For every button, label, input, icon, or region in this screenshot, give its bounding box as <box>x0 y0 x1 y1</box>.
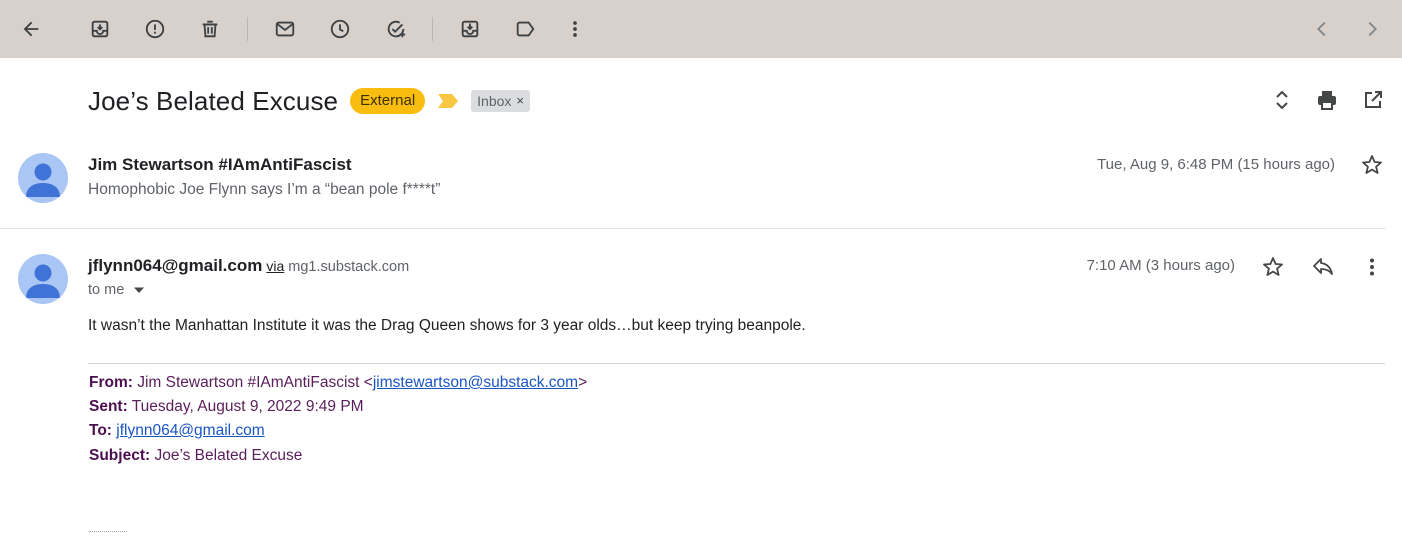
remove-label-icon[interactable]: × <box>516 90 524 112</box>
quoted-header-rule <box>88 363 1385 364</box>
prev-chevron-icon[interactable] <box>1302 9 1342 49</box>
caret-down-icon <box>134 287 145 293</box>
move-to-icon[interactable] <box>450 9 490 49</box>
via-link[interactable]: via <box>266 258 284 274</box>
default-avatar-icon <box>26 264 60 298</box>
message-date: Tue, Aug 9, 6:48 PM (15 hours ago) <box>1097 156 1335 173</box>
quoted-to-line: To: jflynn064@gmail.com <box>89 422 265 440</box>
quoted-sent-line: Sent: Tuesday, August 9, 2022 9:49 PM <box>89 398 364 416</box>
external-badge: External <box>350 88 426 114</box>
quoted-sent-label: Sent: <box>89 398 128 415</box>
quoted-to-label: To: <box>89 422 112 439</box>
signature-separator <box>89 531 127 533</box>
inbox-label-text: Inbox <box>477 93 512 109</box>
via-domain: mg1.substack.com <box>288 259 410 275</box>
message-sender-row: jflynn064@gmail.com via mg1.substack.com <box>88 256 409 276</box>
more-vert-icon[interactable] <box>555 9 595 49</box>
thread-subject-row: Joe’s Belated Excuse External Inbox × <box>88 84 530 118</box>
toolbar-separator <box>432 17 433 41</box>
message-date: 7:10 AM (3 hours ago) <box>1086 257 1235 274</box>
more-vert-icon[interactable] <box>1357 252 1387 282</box>
open-new-window-icon[interactable] <box>1357 84 1389 116</box>
report-spam-icon[interactable] <box>135 9 175 49</box>
quoted-to-email-link[interactable]: jflynn064@gmail.com <box>116 422 264 439</box>
snooze-icon[interactable] <box>320 9 360 49</box>
next-chevron-icon[interactable] <box>1352 9 1392 49</box>
quoted-subject-line: Subject: Joe’s Belated Excuse <box>89 447 302 465</box>
quoted-subject-value: Joe’s Belated Excuse <box>154 447 303 464</box>
avatar <box>18 153 68 203</box>
thread-subject: Joe’s Belated Excuse <box>88 85 339 116</box>
message-sender-email[interactable]: jflynn064@gmail.com <box>88 256 262 276</box>
message-body: It wasn’t the Manhattan Institute it was… <box>88 317 806 334</box>
recipient-label: to me <box>88 282 125 298</box>
archive-icon[interactable] <box>80 9 120 49</box>
default-avatar-icon <box>26 163 60 197</box>
message-snippet[interactable]: Homophobic Joe Flynn says I’m a “bean po… <box>88 181 440 199</box>
quoted-sent-value: Tuesday, August 9, 2022 9:49 PM <box>131 398 364 415</box>
quoted-from-gt: > <box>578 374 588 391</box>
label-icon[interactable] <box>505 9 545 49</box>
importance-marker-icon[interactable] <box>437 93 459 109</box>
quoted-from-line: From: Jim Stewartson #IAmAntiFascist <ji… <box>89 374 587 392</box>
inbox-label-chip: Inbox × <box>471 90 530 112</box>
quoted-subject-label: Subject: <box>89 447 151 464</box>
expand-all-icon[interactable] <box>1266 84 1298 116</box>
message-sender-name[interactable]: Jim Stewartson #IAmAntiFascist <box>88 155 352 175</box>
back-arrow-icon[interactable] <box>11 9 51 49</box>
star-icon[interactable] <box>1358 151 1386 179</box>
add-to-tasks-icon[interactable] <box>376 9 416 49</box>
quoted-from-name: Jim Stewartson #IAmAntiFascist <box>137 374 360 391</box>
quoted-from-lt: < <box>363 374 373 391</box>
avatar <box>18 254 68 304</box>
mark-unread-icon[interactable] <box>265 9 305 49</box>
recipient-details-toggle[interactable]: to me <box>88 282 145 298</box>
delete-icon[interactable] <box>190 9 230 49</box>
reply-icon[interactable] <box>1308 252 1338 282</box>
thread-toolbar <box>0 0 1402 58</box>
toolbar-separator <box>247 17 248 41</box>
star-icon[interactable] <box>1258 252 1288 282</box>
message-divider <box>0 228 1386 229</box>
quoted-from-label: From: <box>89 374 133 391</box>
quoted-from-email-link[interactable]: jimstewartson@substack.com <box>373 374 578 391</box>
print-icon[interactable] <box>1311 84 1343 116</box>
